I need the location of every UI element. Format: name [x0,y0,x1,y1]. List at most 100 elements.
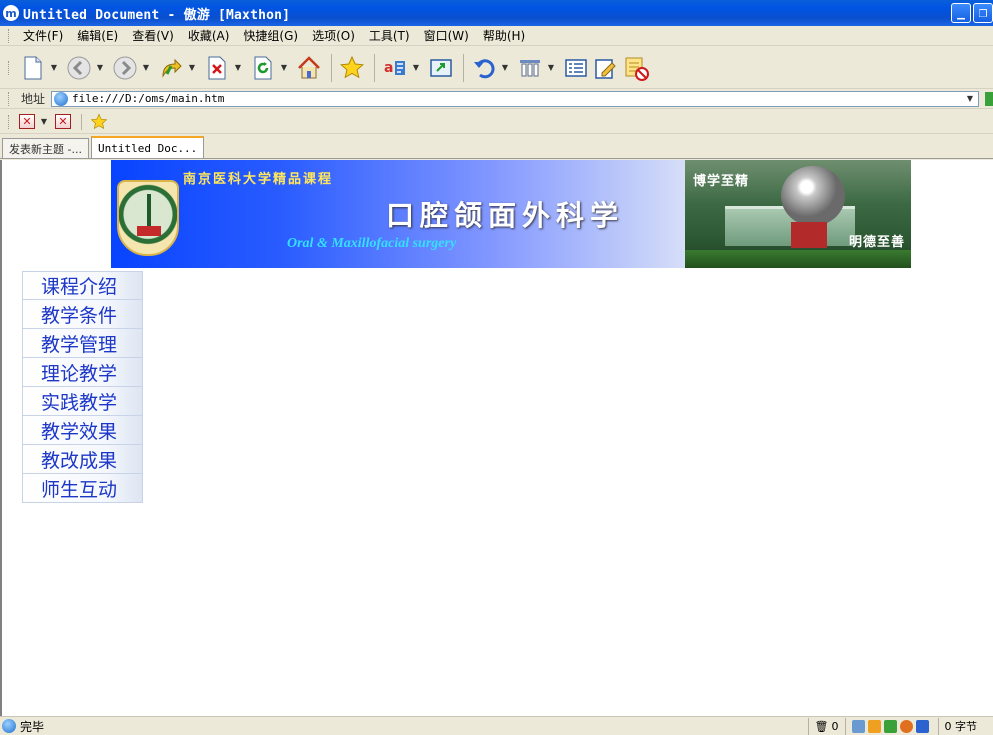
up-dropdown[interactable]: ▼ [187,63,197,72]
menu-help[interactable]: 帮助(H) [476,27,532,44]
translate-button[interactable]: a [381,53,409,83]
menu-view[interactable]: 查看(V) [125,27,181,44]
new-page-button[interactable] [19,53,47,83]
nav-teaching-management[interactable]: 教学管理 [22,329,143,358]
motto-top: 博学至精 [693,174,750,189]
address-bar: 地址 ▼ [0,89,993,109]
banner-subtitle: 南京医科大学精品课程 [183,172,334,187]
favorites-button[interactable] [338,53,366,83]
add-favorite-button[interactable] [88,112,110,132]
columns-button[interactable] [516,53,544,83]
back-dropdown[interactable]: ▼ [95,63,105,72]
secondary-toolbar: ✕ ▼ ✕ [0,110,993,134]
nav-teacher-student-interaction[interactable]: 师生互动 [22,474,143,503]
list-view-icon [565,58,587,77]
stop-icon [208,56,226,79]
address-dropdown[interactable]: ▼ [962,92,978,106]
tab-untitled-document[interactable]: Untitled Doc... [90,136,205,158]
minimize-button[interactable]: ▁ [951,3,971,23]
fullscreen-icon [430,58,452,77]
close-icon: ✕ [58,115,68,128]
toolbar-grip[interactable] [8,60,11,75]
menu-edit[interactable]: 编辑(E) [70,27,125,44]
close-tab-dropdown[interactable]: ▼ [39,117,49,126]
tab-bar: 发表新主题 -... Untitled Doc... [0,135,993,159]
toolbar-grip[interactable] [8,114,11,129]
forward-button[interactable] [111,53,139,83]
go-button[interactable] [985,92,993,106]
home-button[interactable] [295,53,323,83]
address-box: ▼ [51,90,979,107]
stop-button[interactable] [203,53,231,83]
menu-options[interactable]: 选项(O) [305,27,362,44]
trash-cell[interactable]: 🗑 0 [807,717,845,735]
refresh-button[interactable] [249,53,277,83]
plugin-icon[interactable] [899,719,913,733]
close-tab-button[interactable]: ✕ [19,114,35,129]
block-icon [625,57,649,81]
sync-icon[interactable] [883,719,897,733]
undo-dropdown[interactable]: ▼ [500,63,510,72]
menu-file[interactable]: 文件(F) [19,27,70,44]
stop-dropdown[interactable]: ▼ [233,63,243,72]
svg-text:a: a [384,60,393,76]
star-icon [90,113,108,129]
edit-button[interactable] [592,53,620,83]
refresh-icon [254,56,272,79]
page-content: 南京医科大学精品课程 口腔颌面外科学 Oral & Maxillofacial … [0,160,993,716]
home-icon [298,55,320,78]
toolbar-separator [374,53,375,82]
up-button[interactable] [157,53,185,83]
trash-count: 0 [831,719,839,733]
menu-window[interactable]: 窗口(W) [417,27,476,44]
status-icons [844,717,938,735]
nav-practice-teaching[interactable]: 实践教学 [22,387,143,416]
banner-photo: 博学至精 明德至善 [685,160,911,268]
proxy-icon[interactable] [851,719,865,733]
refresh-dropdown[interactable]: ▼ [279,63,289,72]
screenshot-icon[interactable] [915,719,929,733]
trash-icon: 🗑 [814,719,829,733]
translate-dropdown[interactable]: ▼ [411,63,421,72]
close-icon: ✕ [22,115,32,128]
main-toolbar: ▼ ▼ ▼ ▼ ▼ ▼ a ▼ ▼ ▼ [0,47,993,89]
list-view-button[interactable] [562,53,590,83]
address-input[interactable] [72,92,962,105]
block-button[interactable] [622,53,650,83]
toolbar-separator [331,53,332,82]
fullscreen-button[interactable] [427,53,455,83]
restore-button[interactable]: ❐ [973,3,993,23]
toolbar-grip[interactable] [8,91,11,106]
nav-teaching-effect[interactable]: 教学效果 [22,416,143,445]
nav-theory-teaching[interactable]: 理论教学 [22,358,143,387]
forward-icon [113,56,137,79]
up-icon [162,58,182,78]
motto-bottom: 明德至善 [848,235,905,250]
undo-button[interactable] [470,53,498,83]
forward-dropdown[interactable]: ▼ [141,63,151,72]
pedestal-image [791,222,827,248]
nav-reform-results[interactable]: 教改成果 [22,445,143,474]
nav-course-intro[interactable]: 课程介绍 [22,271,143,300]
columns-icon [520,59,540,76]
nav-teaching-conditions[interactable]: 教学条件 [22,300,143,329]
menu-tools[interactable]: 工具(T) [362,27,417,44]
toolbar-separator [463,53,464,82]
columns-dropdown[interactable]: ▼ [546,63,556,72]
restore-icon: ❐ [978,9,988,20]
maxthon-logo-icon[interactable]: m [3,5,19,21]
toolbar-grip[interactable] [8,28,11,43]
tab-post-topic[interactable]: 发表新主题 -... [2,138,89,158]
new-page-icon [24,56,42,79]
menu-groups[interactable]: 快捷组(G) [236,27,305,44]
hedge-image [685,250,911,268]
page-globe-icon [54,91,69,106]
close-all-button[interactable]: ✕ [55,114,71,129]
back-button[interactable] [65,53,93,83]
new-page-dropdown[interactable]: ▼ [49,63,59,72]
popup-block-icon[interactable] [867,719,881,733]
window-controls: ▁ ❐ [951,3,993,23]
status-left: 完毕 [0,718,808,735]
menu-bar: 文件(F) 编辑(E) 查看(V) 收藏(A) 快捷组(G) 选项(O) 工具(… [0,26,993,46]
menu-favorites[interactable]: 收藏(A) [181,27,237,44]
